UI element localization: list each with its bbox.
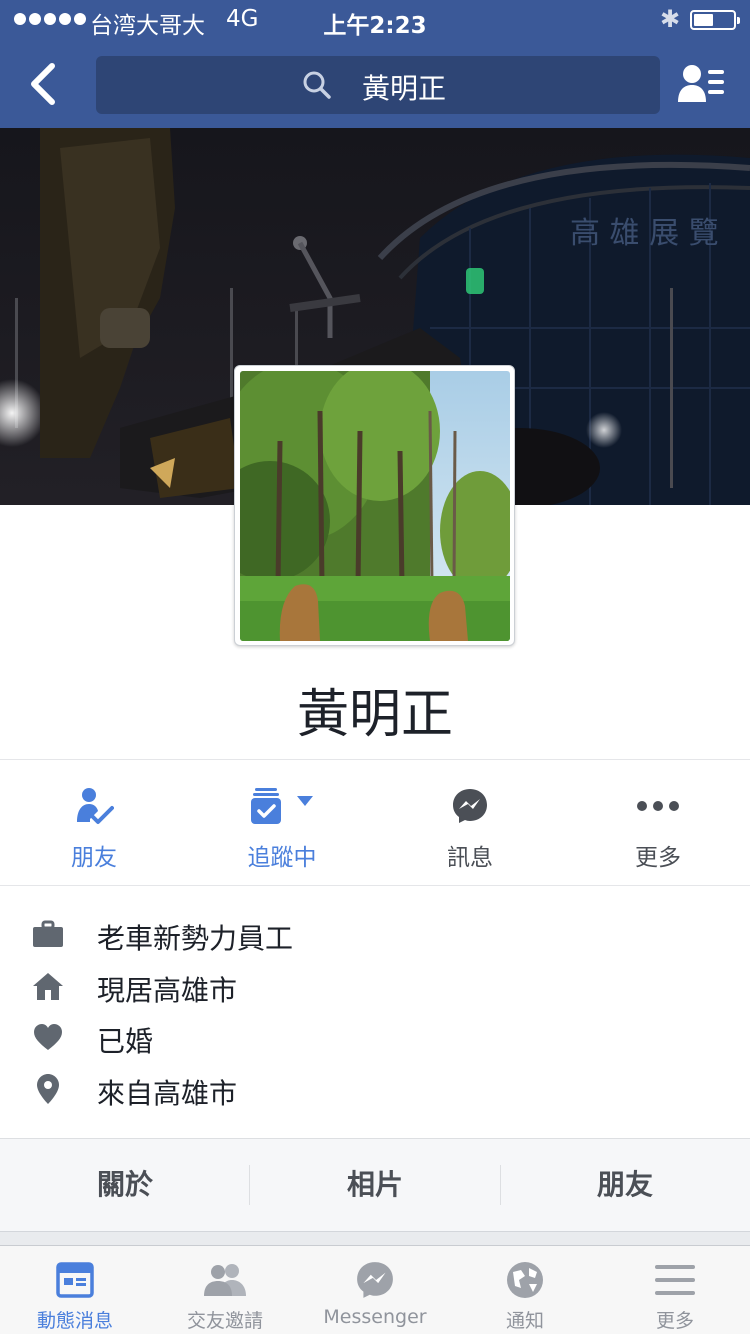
profile-picture[interactable] bbox=[234, 365, 515, 646]
bottom-tab-friend-requests[interactable]: 交友邀請 bbox=[150, 1246, 300, 1334]
friend-list-button[interactable] bbox=[676, 62, 728, 106]
message-button[interactable]: 訊息 bbox=[376, 760, 564, 885]
home-icon bbox=[33, 973, 63, 1000]
messenger-icon bbox=[357, 1262, 393, 1298]
bottom-tab-bar: 動態消息 交友邀請 Messenger 通知 更多 bbox=[0, 1245, 750, 1334]
bottom-tab-label: Messenger bbox=[323, 1306, 427, 1328]
info-item-current-city[interactable]: 現居高雄市 bbox=[0, 960, 750, 1012]
bottom-tab-label: 更多 bbox=[655, 1310, 694, 1332]
news-feed-icon bbox=[56, 1262, 94, 1298]
more-button[interactable]: 更多 bbox=[564, 760, 750, 885]
nav-bar: 黃明正 bbox=[0, 40, 750, 128]
friends-check-icon bbox=[77, 788, 114, 824]
bottom-tab-label: 交友邀請 bbox=[186, 1310, 263, 1332]
info-text: 來自高雄市 bbox=[97, 1077, 238, 1110]
info-text: 老車新勢力員工 bbox=[97, 922, 294, 955]
info-text: 現居高雄市 bbox=[97, 974, 238, 1007]
tab-photos[interactable]: 相片 bbox=[250, 1139, 500, 1231]
friend-list-icon bbox=[678, 65, 724, 102]
following-label: 追蹤中 bbox=[247, 845, 317, 871]
profile-tabs: 關於 相片 朋友 bbox=[0, 1138, 750, 1231]
profile-name: 黃明正 bbox=[296, 685, 453, 745]
bottom-tab-messenger[interactable]: Messenger bbox=[300, 1246, 450, 1334]
search-query: 黃明正 bbox=[362, 72, 447, 105]
bottom-tab-news-feed[interactable]: 動態消息 bbox=[0, 1246, 150, 1334]
messenger-icon bbox=[453, 789, 487, 823]
section-spacer bbox=[0, 1231, 750, 1245]
more-label: 更多 bbox=[635, 845, 681, 871]
svg-text:高 雄 展 覽: 高 雄 展 覽 bbox=[570, 216, 719, 251]
profile-info-list: 老車新勢力員工 現居高雄市 已婚 來自高雄市 bbox=[0, 886, 750, 1138]
bottom-tab-more[interactable]: 更多 bbox=[600, 1246, 750, 1334]
profile-action-row: 朋友 追蹤中 訊息 更多 bbox=[0, 760, 750, 885]
heart-icon bbox=[34, 1024, 62, 1050]
friend-requests-icon bbox=[204, 1264, 246, 1296]
tab-friends[interactable]: 朋友 bbox=[500, 1139, 750, 1231]
bottom-tab-label: 動態消息 bbox=[36, 1310, 113, 1332]
friends-label: 朋友 bbox=[71, 845, 117, 871]
battery-icon bbox=[690, 10, 740, 30]
info-item-work[interactable]: 老車新勢力員工 bbox=[0, 908, 750, 960]
bottom-tab-label: 通知 bbox=[505, 1310, 544, 1332]
search-icon bbox=[303, 71, 331, 99]
tab-about[interactable]: 關於 bbox=[0, 1139, 250, 1231]
friends-button[interactable]: 朋友 bbox=[0, 760, 188, 885]
search-input[interactable]: 黃明正 bbox=[96, 56, 660, 114]
info-item-relationship[interactable]: 已婚 bbox=[0, 1011, 750, 1063]
message-label: 訊息 bbox=[447, 845, 493, 871]
battery-level bbox=[694, 14, 713, 26]
following-button[interactable]: 追蹤中 bbox=[188, 760, 376, 885]
info-item-hometown[interactable]: 來自高雄市 bbox=[0, 1063, 750, 1115]
status-time: 上午2:23 bbox=[323, 13, 427, 39]
back-button[interactable] bbox=[24, 60, 64, 108]
info-text: 已婚 bbox=[97, 1025, 154, 1058]
menu-icon bbox=[655, 1265, 695, 1295]
globe-icon bbox=[507, 1262, 543, 1298]
briefcase-icon bbox=[33, 920, 63, 947]
more-dots-icon bbox=[637, 801, 679, 811]
following-icon bbox=[251, 788, 313, 824]
status-bar: 台湾大哥大 4G 上午2:23 ✱ bbox=[0, 0, 750, 40]
location-pin-icon bbox=[37, 1074, 59, 1104]
profile-image bbox=[240, 371, 510, 641]
bottom-tab-notifications[interactable]: 通知 bbox=[450, 1246, 600, 1334]
chevron-left-icon bbox=[31, 63, 55, 105]
bluetooth-icon: ✱ bbox=[660, 5, 681, 33]
